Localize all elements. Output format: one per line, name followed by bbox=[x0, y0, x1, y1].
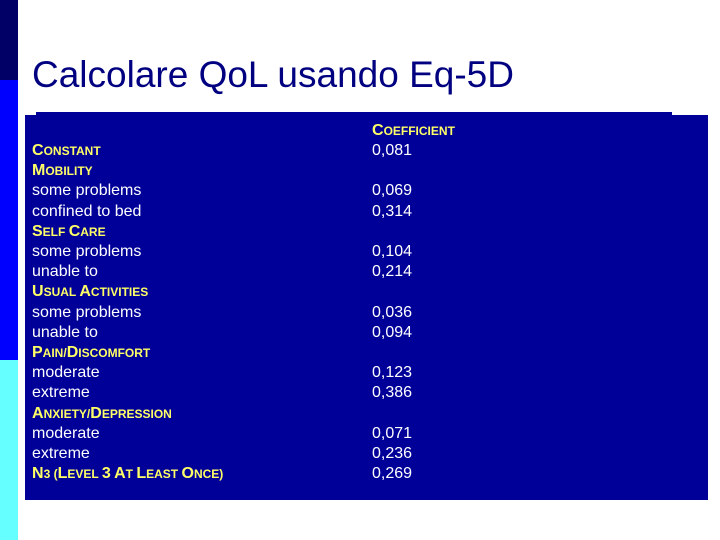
row-label: N3 (LEVEL 3 AT LEAST ONCE) bbox=[32, 465, 224, 483]
coefficient-value: 0,069 bbox=[372, 182, 413, 200]
slide-title: Calcolare QoL usando Eq-5D bbox=[32, 54, 514, 95]
coefficient-value: 0,386 bbox=[372, 384, 413, 402]
side-bar-dark bbox=[0, 0, 18, 80]
coefficient-value: 0,123 bbox=[372, 364, 413, 382]
coefficient-value: 0,036 bbox=[372, 303, 413, 321]
coefficient-value: 0,081 bbox=[372, 142, 413, 159]
row-label: SELF CARE bbox=[32, 222, 106, 240]
row-label: USUAL ACTIVITIES bbox=[32, 283, 149, 301]
row-label: PAIN/DISCOMFORT bbox=[32, 344, 151, 361]
row-label: unable to bbox=[32, 323, 98, 341]
row-label: some problems bbox=[32, 243, 142, 260]
coefficient-value: 0,104 bbox=[372, 243, 413, 260]
row-label: some problems bbox=[32, 303, 142, 321]
row-label: unable to bbox=[32, 263, 98, 281]
row-label: extreme bbox=[32, 445, 90, 462]
coefficient-value: 0,071 bbox=[372, 424, 413, 442]
coefficient-value: 0,236 bbox=[372, 445, 413, 462]
coefficient-value: 0,214 bbox=[372, 263, 413, 281]
row-label: moderate bbox=[32, 424, 100, 442]
row-label: some problems bbox=[32, 182, 142, 200]
row-label: confined to bed bbox=[32, 202, 142, 220]
side-bar-blue bbox=[0, 80, 18, 360]
side-bar-cyan bbox=[0, 360, 18, 540]
row-label: CONSTANT bbox=[32, 142, 101, 159]
coefficient-value: 0,269 bbox=[372, 465, 413, 483]
row-label: ANXIETY/DEPRESSION bbox=[32, 404, 172, 422]
coefficient-value: 0,094 bbox=[372, 323, 413, 341]
row-label: extreme bbox=[32, 384, 90, 402]
row-label: MOBILITY bbox=[32, 162, 93, 180]
row-label: moderate bbox=[32, 364, 100, 382]
coefficient-value: 0,314 bbox=[372, 202, 413, 220]
coefficient-header: COEFFICIENT bbox=[372, 122, 455, 139]
